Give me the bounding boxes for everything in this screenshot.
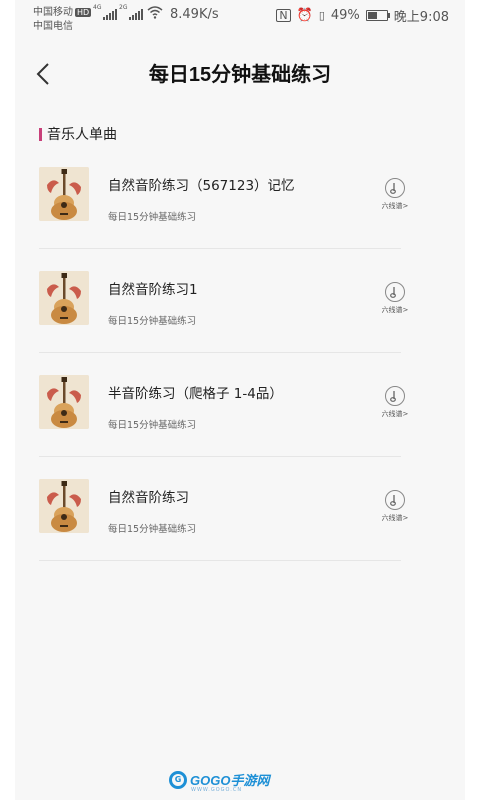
- section-header: 音乐人单曲: [39, 124, 117, 144]
- gogo-logo-icon: G: [169, 770, 187, 789]
- tab-score-label: 六线谱>: [381, 410, 409, 418]
- app-screen: 中国移动 HD 中国电信 4G 2G 8.49K/s N ⏰ ▯ 49% 晚上9:…: [15, 0, 465, 800]
- song-title: 自然音阶练习（567123）记忆: [108, 178, 295, 194]
- music-note-icon: [385, 490, 405, 510]
- list-item[interactable]: 半音阶练习（爬格子 1-4品） 每日15分钟基础练习 六线谱>: [39, 353, 408, 457]
- song-list: 自然音阶练习（567123）记忆 每日15分钟基础练习 六线谱> 自然音阶练习1…: [39, 145, 408, 561]
- tab-score-button[interactable]: 六线谱>: [377, 386, 413, 419]
- song-title: 半音阶练习（爬格子 1-4品）: [108, 386, 283, 402]
- page-title: 每日15分钟基础练习: [148, 64, 332, 86]
- alarm-icon: ⏰: [296, 8, 313, 23]
- status-bar: 中国移动 HD 中国电信 4G 2G 8.49K/s N ⏰ ▯ 49% 晚上9:…: [15, 0, 465, 32]
- tab-score-button[interactable]: 六线谱>: [377, 282, 413, 315]
- hd-badge: HD: [75, 8, 92, 17]
- tab-score-label: 六线谱>: [381, 306, 409, 314]
- list-item[interactable]: 自然音阶练习 每日15分钟基础练习 六线谱>: [39, 457, 408, 561]
- signal-icon-1: 4G: [93, 4, 117, 20]
- guitar-thumbnail: [39, 167, 89, 221]
- signal-icon-2: 2G: [119, 4, 143, 20]
- battery-icon: [365, 10, 390, 21]
- status-right: N ⏰ ▯ 49% 晚上9:08: [276, 6, 449, 25]
- song-subtitle: 每日15分钟基础练习: [108, 212, 197, 223]
- network-type-1: 4G: [93, 4, 102, 11]
- song-subtitle: 每日15分钟基础练习: [108, 524, 197, 535]
- carrier-1: 中国移动 HD: [33, 3, 92, 18]
- wifi-icon: [147, 6, 163, 23]
- guitar-thumbnail: [39, 271, 89, 325]
- network-type-2: 2G: [119, 4, 128, 11]
- list-item[interactable]: 自然音阶练习1 每日15分钟基础练习 六线谱>: [39, 249, 408, 353]
- song-title: 自然音阶练习1: [108, 282, 198, 298]
- song-subtitle: 每日15分钟基础练习: [108, 420, 197, 431]
- music-note-icon: [385, 386, 405, 406]
- watermark-logo: G GOGO手游网 WWW.GOGO.CN: [169, 770, 269, 793]
- tab-score-label: 六线谱>: [381, 202, 409, 210]
- tab-score-button[interactable]: 六线谱>: [377, 178, 413, 211]
- carrier-2: 中国电信: [33, 21, 73, 32]
- watermark-url: WWW.GOGO.CN: [191, 787, 243, 793]
- guitar-thumbnail: [39, 479, 89, 533]
- list-item[interactable]: 自然音阶练习（567123）记忆 每日15分钟基础练习 六线谱>: [39, 145, 408, 249]
- vibrate-icon: ▯: [318, 9, 325, 22]
- section-accent-bar: [39, 127, 42, 141]
- battery-percent: 49%: [330, 8, 360, 23]
- clock: 晚上9:08: [393, 10, 449, 25]
- nfc-icon: N: [276, 9, 291, 22]
- song-subtitle: 每日15分钟基础练习: [108, 316, 197, 327]
- music-note-icon: [385, 178, 405, 198]
- guitar-thumbnail: [39, 375, 89, 429]
- tab-score-button[interactable]: 六线谱>: [377, 490, 413, 523]
- tab-score-label: 六线谱>: [381, 514, 409, 522]
- section-title: 音乐人单曲: [47, 127, 117, 143]
- network-speed: 8.49K/s: [170, 7, 219, 22]
- song-title: 自然音阶练习: [108, 490, 189, 506]
- music-note-icon: [385, 282, 405, 302]
